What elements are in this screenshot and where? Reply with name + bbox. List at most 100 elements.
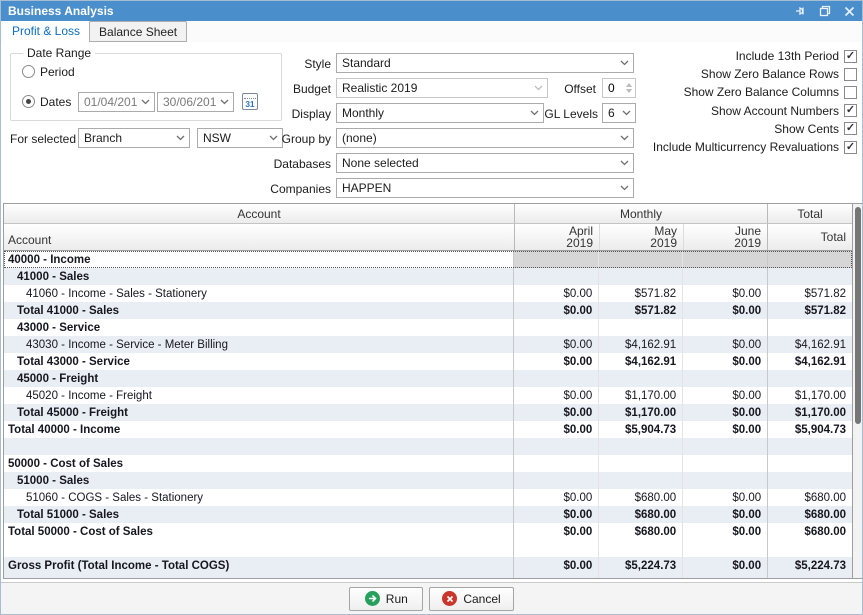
column-header-account[interactable]: Account bbox=[4, 224, 514, 250]
value-cell: $4,162.91 bbox=[598, 336, 682, 353]
table-row[interactable]: 43000 - Service bbox=[4, 319, 852, 336]
value-cell bbox=[598, 540, 682, 557]
table-row[interactable]: 41000 - Sales bbox=[4, 268, 852, 285]
value-cell: $1,170.00 bbox=[767, 404, 852, 421]
option-checkbox-row[interactable]: Show Zero Balance Columns bbox=[684, 85, 857, 99]
value-cell: $680.00 bbox=[767, 489, 852, 506]
close-icon[interactable] bbox=[843, 5, 855, 17]
for-selected-label: For selected bbox=[10, 132, 76, 146]
value-cell bbox=[598, 438, 682, 455]
chevron-down-icon bbox=[220, 99, 229, 105]
table-row[interactable]: 41060 - Income - Sales - Stationery$0.00… bbox=[4, 285, 852, 302]
group-header-monthly[interactable]: Monthly bbox=[514, 204, 767, 223]
table-row[interactable]: 43030 - Income - Service - Meter Billing… bbox=[4, 336, 852, 353]
value-cell bbox=[682, 319, 767, 336]
cancel-button-label: Cancel bbox=[463, 592, 500, 606]
option-checkbox-row[interactable]: Show Zero Balance Rows bbox=[701, 67, 857, 81]
checkbox[interactable]: ✓ bbox=[844, 141, 857, 154]
value-cell: $0.00 bbox=[513, 489, 598, 506]
column-header-month[interactable]: April2019 bbox=[514, 224, 599, 250]
checkbox[interactable] bbox=[844, 68, 857, 81]
offset-stepper[interactable]: 0 bbox=[602, 78, 636, 98]
value-cell bbox=[598, 574, 682, 579]
table-row[interactable]: Total 51000 - Sales$0.00$680.00$0.00$680… bbox=[4, 506, 852, 523]
budget-select[interactable]: Realistic 2019 bbox=[336, 78, 548, 98]
tab-balance-sheet[interactable]: Balance Sheet bbox=[89, 21, 187, 42]
value-cell bbox=[598, 251, 682, 268]
table-row[interactable]: Total 50000 - Cost of Sales$0.00$680.00$… bbox=[4, 523, 852, 540]
account-cell: 51000 - Sales bbox=[4, 472, 513, 489]
column-header-month[interactable]: June2019 bbox=[683, 224, 767, 250]
value-cell: $0.00 bbox=[682, 336, 767, 353]
companies-select[interactable]: HAPPEN bbox=[336, 178, 634, 198]
group-by-label: Group by bbox=[231, 132, 331, 146]
restore-icon[interactable] bbox=[819, 5, 831, 17]
value-cell bbox=[513, 455, 598, 472]
value-cell: $0.00 bbox=[513, 302, 598, 319]
group-header-account[interactable]: Account bbox=[4, 204, 514, 223]
gl-levels-select[interactable]: 6 bbox=[602, 103, 636, 123]
option-checkbox-row[interactable]: Show Account Numbers✓ bbox=[711, 104, 857, 118]
table-row[interactable]: Total 40000 - Income$0.00$5,904.73$0.00$… bbox=[4, 421, 852, 438]
pin-icon[interactable] bbox=[795, 5, 807, 17]
date-to-select[interactable]: 30/06/2019 bbox=[157, 92, 234, 112]
date-from-select[interactable]: 01/04/2019 bbox=[78, 92, 155, 112]
table-row[interactable] bbox=[4, 438, 852, 455]
checkbox[interactable]: ✓ bbox=[844, 122, 857, 135]
group-header-total[interactable]: Total bbox=[767, 204, 852, 223]
dates-radio[interactable] bbox=[22, 95, 35, 108]
group-by-select[interactable]: (none) bbox=[336, 128, 634, 148]
value-cell: $0.00 bbox=[682, 557, 767, 574]
table-row[interactable]: Total 41000 - Sales$0.00$571.82$0.00$571… bbox=[4, 302, 852, 319]
table-row[interactable]: 40000 - Income bbox=[4, 251, 852, 268]
column-header-total[interactable]: Total bbox=[767, 224, 852, 250]
dates-radio-label[interactable]: Dates bbox=[40, 95, 71, 109]
value-cell: $0.00 bbox=[513, 285, 598, 302]
table-vertical-scrollbar[interactable] bbox=[853, 203, 863, 579]
value-cell: $0.00 bbox=[513, 523, 598, 540]
table-row[interactable]: 51060 - COGS - Sales - Stationery$0.00$6… bbox=[4, 489, 852, 506]
value-cell bbox=[513, 370, 598, 387]
table-row[interactable]: Total 43000 - Service$0.00$4,162.91$0.00… bbox=[4, 353, 852, 370]
account-cell: Total 43000 - Service bbox=[4, 353, 513, 370]
value-cell: $5,904.73 bbox=[598, 421, 682, 438]
scrollbar-thumb[interactable] bbox=[855, 207, 861, 424]
table-row[interactable]: Gross Profit (Total Income - Total COGS)… bbox=[4, 557, 852, 574]
value-cell bbox=[682, 540, 767, 557]
for-selected-type-select[interactable]: Branch bbox=[78, 128, 190, 148]
display-select[interactable]: Monthly bbox=[336, 103, 544, 123]
account-cell: Gross Profit (Total Income - Total COGS) bbox=[4, 557, 513, 574]
cancel-button[interactable]: Cancel bbox=[429, 587, 513, 611]
period-radio-label[interactable]: Period bbox=[40, 65, 75, 79]
tab-profit-and-loss[interactable]: Profit & Loss bbox=[3, 21, 89, 42]
style-select[interactable]: Standard bbox=[336, 53, 634, 73]
table-row[interactable]: 51000 - Sales bbox=[4, 472, 852, 489]
window-controls bbox=[795, 5, 855, 17]
column-header-month[interactable]: May2019 bbox=[599, 224, 683, 250]
spinner-arrows-icon[interactable] bbox=[626, 83, 632, 93]
value-cell: $0.00 bbox=[682, 404, 767, 421]
table-row[interactable]: 45020 - Income - Freight$0.00$1,170.00$0… bbox=[4, 387, 852, 404]
databases-select[interactable]: None selected bbox=[336, 153, 634, 173]
chevron-down-icon bbox=[620, 60, 629, 66]
table-row[interactable]: 45000 - Freight bbox=[4, 370, 852, 387]
period-radio[interactable] bbox=[22, 65, 35, 78]
chevron-down-icon bbox=[620, 135, 629, 141]
value-cell: $0.00 bbox=[682, 421, 767, 438]
table-row[interactable] bbox=[4, 540, 852, 557]
value-cell: $0.00 bbox=[513, 404, 598, 421]
value-cell: $5,224.73 bbox=[598, 557, 682, 574]
checkbox[interactable] bbox=[844, 86, 857, 99]
option-checkbox-row[interactable]: Include Multicurrency Revaluations✓ bbox=[653, 140, 857, 154]
account-cell: Total 51000 - Sales bbox=[4, 506, 513, 523]
checkbox[interactable]: ✓ bbox=[844, 50, 857, 63]
checkbox[interactable]: ✓ bbox=[844, 104, 857, 117]
table-row[interactable] bbox=[4, 574, 852, 579]
run-button[interactable]: Run bbox=[349, 587, 423, 611]
table-row[interactable]: 50000 - Cost of Sales bbox=[4, 455, 852, 472]
option-checkbox-row[interactable]: Show Cents✓ bbox=[774, 122, 857, 136]
value-cell: $0.00 bbox=[682, 489, 767, 506]
table-row[interactable]: Total 45000 - Freight$0.00$1,170.00$0.00… bbox=[4, 404, 852, 421]
option-checkbox-row[interactable]: Include 13th Period✓ bbox=[736, 49, 857, 63]
account-cell bbox=[4, 540, 513, 557]
